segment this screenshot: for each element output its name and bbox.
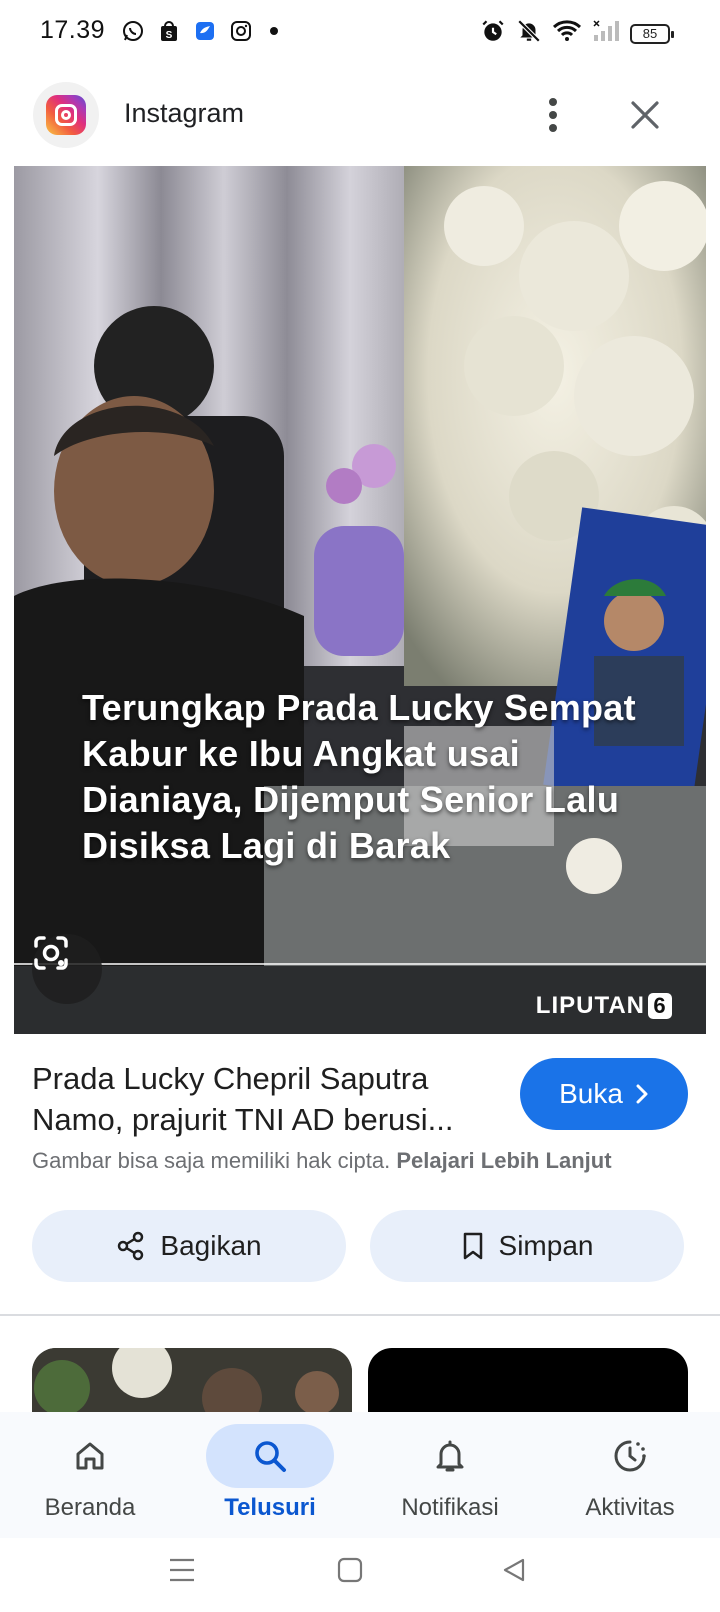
copyright-text: Gambar bisa saja memiliki hak cipta. xyxy=(32,1148,391,1173)
bookmark-icon xyxy=(463,1232,482,1260)
nav-label-beranda: Beranda xyxy=(44,1494,136,1521)
alarm-icon xyxy=(480,18,506,49)
share-button[interactable]: Bagikan xyxy=(32,1210,346,1282)
save-label: Simpan xyxy=(498,1230,594,1261)
lens-icon xyxy=(34,936,68,970)
close-icon xyxy=(631,101,659,129)
system-navigation-bar xyxy=(0,1538,720,1612)
result-image[interactable]: Terungkap Prada Lucky Sempat Kabur ke Ib… xyxy=(14,166,706,1034)
copyright-note: Gambar bisa saja memiliki hak cipta. Pel… xyxy=(32,1148,612,1174)
learn-more-link[interactable]: Pelajari Lebih Lanjut xyxy=(396,1148,611,1173)
watermark-number: 6 xyxy=(648,993,672,1019)
result-title-line2: Namo, prajurit TNI AD berusi... xyxy=(32,1102,454,1137)
video-progress-line xyxy=(14,963,706,965)
svg-text:S: S xyxy=(166,30,173,41)
bell-icon xyxy=(436,1440,464,1472)
open-button[interactable]: Buka xyxy=(520,1058,688,1130)
open-button-label: Buka xyxy=(559,1078,623,1109)
watermark-text: LIPUTAN xyxy=(535,992,645,1019)
system-status-icons: 85 xyxy=(480,18,674,49)
more-options-button[interactable] xyxy=(536,92,570,138)
thumbnail-content xyxy=(32,1348,352,1412)
menu-lines-icon xyxy=(170,1558,194,1582)
status-time: 17.39 xyxy=(40,16,106,44)
liputan6-watermark: LIPUTAN 6 xyxy=(536,992,672,1020)
result-title-line1: Prada Lucky Chepril Saputra xyxy=(32,1061,429,1096)
chevron-right-icon xyxy=(636,1084,648,1104)
app-header: Instagram xyxy=(0,72,720,158)
nav-item-notifikasi[interactable]: Notifikasi xyxy=(360,1412,540,1538)
nav-label-notifikasi: Notifikasi xyxy=(401,1494,499,1521)
section-divider xyxy=(0,1314,720,1316)
status-bar: 17.39 S 85 xyxy=(0,0,720,64)
whatsapp-icon xyxy=(120,18,146,44)
image-caption: Terungkap Prada Lucky Sempat Kabur ke Ib… xyxy=(82,687,636,866)
home-icon xyxy=(76,1442,104,1470)
nav-item-telusuri[interactable]: Telusuri xyxy=(180,1412,360,1538)
signal-icon xyxy=(592,18,620,49)
wifi-icon xyxy=(552,18,582,49)
nav-label-aktivitas: Aktivitas xyxy=(585,1494,675,1521)
more-vert-icon xyxy=(549,98,557,132)
square-icon xyxy=(337,1557,363,1583)
app-title: Instagram xyxy=(124,98,245,128)
close-button[interactable] xyxy=(622,92,668,138)
nav-item-aktivitas[interactable]: Aktivitas xyxy=(540,1412,720,1538)
back-system-button[interactable] xyxy=(494,1550,534,1590)
mute-icon xyxy=(516,18,542,49)
share-label: Bagikan xyxy=(160,1230,262,1261)
nav-item-beranda[interactable]: Beranda xyxy=(0,1412,180,1538)
back-triangle-icon xyxy=(503,1558,525,1582)
instagram-logo-icon xyxy=(33,82,99,148)
result-title[interactable]: Prada Lucky Chepril Saputra Namo, prajur… xyxy=(32,1058,492,1140)
share-icon xyxy=(118,1231,144,1261)
instagram-icon xyxy=(228,18,254,44)
bluesky-icon xyxy=(192,18,218,44)
home-system-button[interactable] xyxy=(330,1550,370,1590)
related-video-thumbnail[interactable] xyxy=(368,1348,688,1412)
bottom-navigation: Beranda Telusuri Notifikasi Aktivitas xyxy=(0,1412,720,1538)
more-notifications-dot xyxy=(270,27,278,35)
image-content xyxy=(14,166,706,1034)
nav-label-telusuri: Telusuri xyxy=(224,1494,316,1521)
related-image-thumbnail[interactable] xyxy=(32,1348,352,1412)
save-button[interactable]: Simpan xyxy=(370,1210,684,1282)
google-lens-button[interactable] xyxy=(32,934,102,1004)
activity-icon xyxy=(614,1440,646,1472)
shopee-icon: S xyxy=(156,18,182,44)
notification-icons: S xyxy=(120,18,278,44)
search-icon xyxy=(255,1441,286,1472)
battery-indicator: 85 xyxy=(630,23,674,44)
recent-apps-button[interactable] xyxy=(162,1550,202,1590)
